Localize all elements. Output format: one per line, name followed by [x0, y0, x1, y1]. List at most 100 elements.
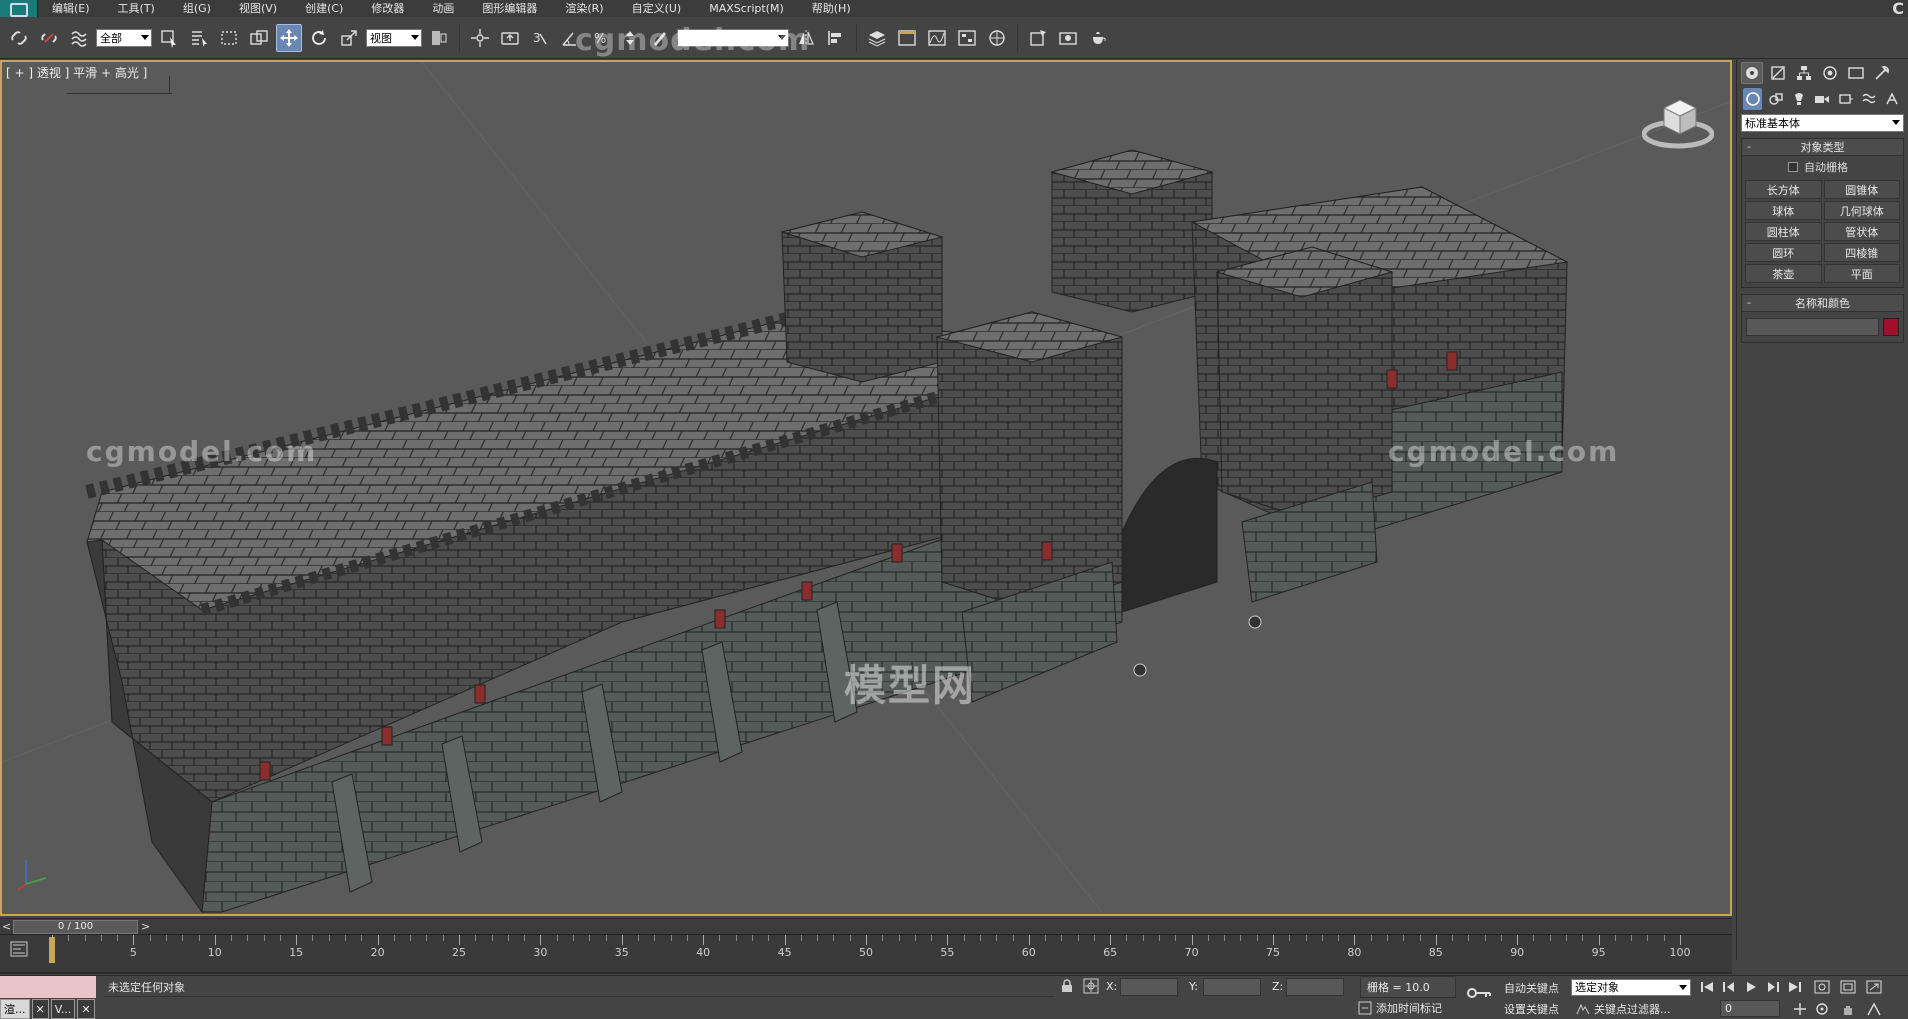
hierarchy-tab-icon[interactable] — [1793, 62, 1815, 84]
taskbar-close-icon[interactable]: ✕ — [31, 999, 49, 1019]
spacewarps-subtab-icon[interactable] — [1859, 88, 1878, 110]
time-slider[interactable]: < 0 / 100 > — [0, 918, 1732, 934]
unlink-icon[interactable] — [36, 24, 62, 52]
menu-item[interactable]: 编辑(E) — [38, 0, 104, 17]
modify-tab-icon[interactable] — [1767, 62, 1789, 84]
scene-explorer-icon[interactable] — [894, 24, 920, 52]
layer-manager-icon[interactable] — [864, 24, 890, 52]
time-slider-next-icon[interactable]: > — [141, 919, 151, 935]
orbit-icon[interactable] — [1812, 1000, 1832, 1018]
menu-item[interactable]: 修改器 — [357, 0, 418, 17]
primitive-button[interactable]: 管状体 — [1823, 222, 1900, 241]
link-icon[interactable] — [6, 24, 32, 52]
selection-filter-dropdown[interactable]: 全部 — [96, 28, 152, 47]
object-name-input[interactable] — [1746, 318, 1879, 336]
zoom-all-icon[interactable] — [1838, 978, 1858, 996]
primitive-button[interactable]: 四棱锥 — [1823, 243, 1900, 262]
shapes-subtab-icon[interactable] — [1766, 88, 1785, 110]
set-key-button[interactable]: 设置关键点 — [1504, 1001, 1559, 1017]
primitive-button[interactable]: 圆环 — [1745, 243, 1822, 262]
primitive-button[interactable]: 圆锥体 — [1823, 180, 1900, 199]
goto-start-icon[interactable] — [1697, 978, 1717, 996]
select-object-icon[interactable] — [156, 24, 182, 52]
primitive-button[interactable]: 球体 — [1745, 201, 1822, 220]
render-setup-icon[interactable] — [1025, 24, 1051, 52]
render-teapot-icon[interactable] — [1085, 24, 1111, 52]
primitive-button[interactable]: 长方体 — [1745, 180, 1822, 199]
select-manipulate-icon[interactable] — [467, 24, 493, 52]
time-slider-prev-icon[interactable]: < — [2, 919, 12, 935]
key-selection-set-dropdown[interactable]: 选定对象 — [1571, 979, 1691, 996]
y-coord-field[interactable] — [1203, 978, 1261, 996]
curve-editor-icon[interactable] — [924, 24, 950, 52]
add-time-tag[interactable]: 添加时间标记 — [1358, 1000, 1442, 1016]
menu-item[interactable]: 工具(T) — [104, 0, 169, 17]
goto-end-icon[interactable] — [1785, 978, 1805, 996]
scale-tool-icon[interactable] — [336, 24, 362, 52]
field-of-view-icon[interactable] — [1864, 1000, 1884, 1018]
schematic-view-icon[interactable] — [954, 24, 980, 52]
motion-tab-icon[interactable] — [1819, 62, 1841, 84]
bind-spacewarp-icon[interactable] — [66, 24, 92, 52]
menu-item[interactable]: 动画 — [418, 0, 468, 17]
taskbar-item[interactable]: 渲... — [0, 999, 30, 1019]
align-icon[interactable] — [823, 24, 849, 52]
utilities-tab-icon[interactable] — [1871, 62, 1893, 84]
select-by-name-icon[interactable] — [186, 24, 212, 52]
pivot-center-icon[interactable] — [426, 24, 452, 52]
absolute-mode-icon[interactable] — [1083, 978, 1099, 994]
cameras-subtab-icon[interactable] — [1813, 88, 1832, 110]
perspective-viewport[interactable]: [ + ] 透视 ] 平滑 + 高光 ] cgmodel.com cgmodel… — [0, 60, 1732, 916]
object-type-rollout-header[interactable]: - 对象类型 — [1742, 139, 1903, 156]
viewcube-icon[interactable] — [1642, 90, 1714, 150]
material-editor-icon[interactable] — [984, 24, 1010, 52]
keyboard-shortcut-icon[interactable] — [497, 24, 523, 52]
app-logo[interactable] — [0, 0, 38, 17]
menu-item[interactable]: 组(G) — [169, 0, 225, 17]
set-key-icon[interactable] — [1466, 986, 1492, 1000]
geometry-subtab-icon[interactable] — [1743, 88, 1763, 110]
z-coord-field[interactable] — [1286, 978, 1344, 996]
play-icon[interactable] — [1741, 978, 1761, 996]
pan-view-icon[interactable] — [1790, 1000, 1810, 1018]
maxscript-listener-mini[interactable] — [0, 976, 96, 998]
menu-item[interactable]: 视图(V) — [225, 0, 291, 17]
selection-lock-icon[interactable] — [1060, 979, 1074, 993]
snap-toggle-icon[interactable]: 3 — [527, 24, 553, 52]
menu-item[interactable]: 帮助(H) — [798, 0, 865, 17]
display-tab-icon[interactable] — [1845, 62, 1867, 84]
reference-coord-dropdown[interactable]: 视图 — [366, 28, 422, 47]
time-slider-thumb[interactable]: 0 / 100 — [13, 920, 138, 934]
curve-editor-mini-icon[interactable] — [10, 941, 28, 957]
move-tool-icon[interactable] — [276, 23, 302, 52]
menu-item[interactable]: 图形编辑器 — [468, 0, 551, 17]
systems-subtab-icon[interactable] — [1883, 88, 1902, 110]
x-coord-field[interactable] — [1120, 978, 1178, 996]
lights-subtab-icon[interactable] — [1790, 88, 1809, 110]
maximize-viewport-icon[interactable] — [1864, 978, 1884, 996]
autogrid-checkbox[interactable] — [1788, 162, 1798, 172]
primitive-button[interactable]: 茶壶 — [1745, 264, 1822, 283]
autogrid-row[interactable]: 自动栅格 — [1742, 156, 1903, 178]
prev-frame-icon[interactable] — [1719, 978, 1739, 996]
menu-item[interactable]: 自定义(U) — [618, 0, 696, 17]
auto-key-button[interactable]: 自动关键点 — [1504, 980, 1559, 996]
zoom-extents-icon[interactable] — [1812, 978, 1832, 996]
helpers-subtab-icon[interactable] — [1836, 88, 1855, 110]
taskbar-item[interactable]: V... — [50, 999, 76, 1019]
name-color-rollout-header[interactable]: - 名称和颜色 — [1742, 295, 1903, 312]
rect-selection-icon[interactable] — [216, 24, 242, 52]
hand-pan-icon[interactable] — [1838, 1000, 1858, 1018]
frame-ruler[interactable]: 0510152025303540455055606570758085909510… — [49, 935, 1691, 975]
menu-item[interactable]: 创建(C) — [291, 0, 357, 17]
primitive-category-dropdown[interactable]: 标准基本体 — [1741, 114, 1904, 132]
viewport-label[interactable]: [ + ] 透视 ] 平滑 + 高光 ] — [6, 64, 147, 81]
taskbar-close-icon[interactable]: ✕ — [77, 999, 95, 1019]
primitive-button[interactable]: 平面 — [1823, 264, 1900, 283]
menu-item[interactable]: 渲染(R) — [551, 0, 617, 17]
current-frame-field[interactable]: 0 — [1720, 1000, 1780, 1017]
rendered-frame-window-icon[interactable] — [1055, 24, 1081, 52]
window-crossing-icon[interactable] — [246, 24, 272, 52]
time-cursor[interactable] — [49, 937, 55, 963]
menu-item[interactable]: MAXScript(M) — [695, 0, 798, 17]
